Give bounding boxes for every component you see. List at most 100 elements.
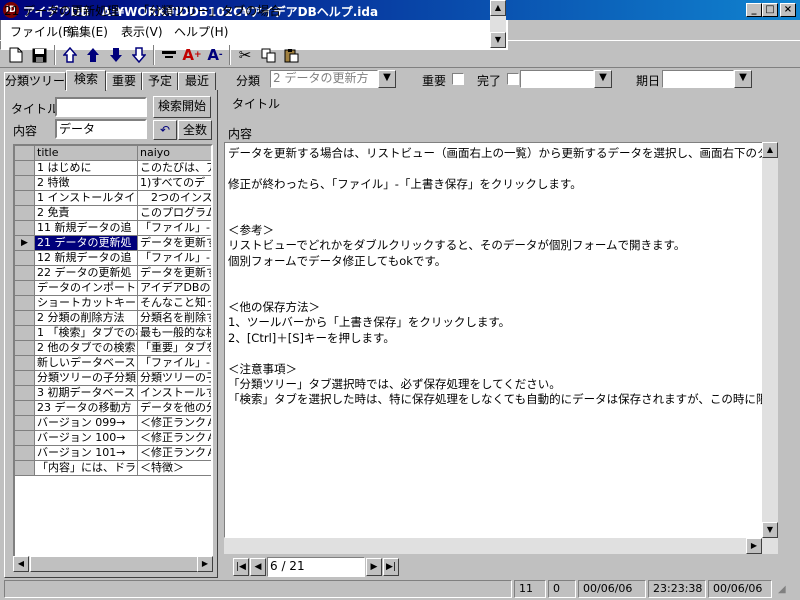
tab-search[interactable]: 検索 [66,70,106,91]
first-record-icon[interactable]: |◀ [233,558,249,576]
cell-naiyo[interactable]: 「重要」タブをク [138,341,211,356]
cell-title[interactable]: ショートカットキーを [35,296,138,311]
cell-title[interactable]: 22 データの更新処 [35,266,138,281]
scroll-left-icon[interactable]: ◀ [13,556,29,572]
row-indicator[interactable] [15,221,35,236]
cell-naiyo[interactable]: データを更新す [138,236,211,251]
table-row[interactable]: ショートカットキーを そんなこと知っ [15,296,211,311]
font-smaller-icon[interactable]: A- [204,44,226,66]
cell-title[interactable]: 1 インストールタイ [35,191,138,206]
cell-naiyo[interactable]: 分類名を削除す [138,311,211,326]
table-row[interactable]: 22 データの更新処 データを更新す [15,266,211,281]
row-indicator[interactable] [15,341,35,356]
cell-naiyo[interactable]: 1)すべてのデ [138,176,211,191]
maximize-button[interactable]: □ [762,3,778,17]
row-indicator[interactable] [15,311,35,326]
next-record-icon[interactable]: ▶ [366,558,382,576]
cell-title[interactable]: 3 初期データベース [35,386,138,401]
minimize-button[interactable]: _ [746,3,762,17]
table-row[interactable]: 2 免責 このプログラム [15,206,211,221]
table-row[interactable]: 11 新規データの追 「ファイル」-「 [15,221,211,236]
font-larger-icon[interactable]: A + [181,44,203,66]
row-indicator[interactable] [15,461,35,476]
table-row[interactable]: 2 特徴 1)すべてのデ [15,176,211,191]
menu-view[interactable]: 表示(V) [121,23,163,40]
due-dropdown-icon[interactable]: ▼ [734,70,752,88]
move-down-icon[interactable] [105,44,127,66]
title-scroll-down-icon[interactable]: ▼ [490,32,506,48]
row-indicator[interactable] [15,356,35,371]
done-checkbox[interactable] [507,73,519,85]
scroll-right-icon[interactable]: ▶ [197,556,213,572]
table-row[interactable]: 新しいデータベース「ファイル」-「新 [15,356,211,371]
content-vertical-scrollbar[interactable]: ▲ ▼ [762,142,778,538]
row-pointer-icon[interactable]: ▶ [15,236,35,251]
row-indicator[interactable] [15,206,35,221]
row-indicator[interactable] [15,326,35,341]
column-header-naiyo[interactable]: naiyo [138,146,211,161]
tab-recent[interactable]: 最近 [178,72,216,90]
table-row[interactable]: 3 初期データベース インストールす [15,386,211,401]
row-indicator[interactable] [15,416,35,431]
table-row[interactable]: 1 インストールタイ 2つのインス [15,191,211,206]
scroll-thumb[interactable] [30,556,202,572]
table-row[interactable]: 1 「検索」タブでの検 最も一般的な検 [15,326,211,341]
move-top-icon[interactable] [59,44,81,66]
cell-naiyo[interactable]: ＜修正ランクＡ [138,431,211,446]
row-indicator[interactable] [15,191,35,206]
cell-naiyo[interactable]: ＜修正ランクＡ [138,416,211,431]
cell-title[interactable]: 2 特徴 [35,176,138,191]
cell-title[interactable]: 分類ツリーの子分類 [35,371,138,386]
row-indicator[interactable] [15,431,35,446]
cell-naiyo[interactable]: 2つのインス [138,191,211,206]
last-record-icon[interactable]: ▶| [383,558,399,576]
save-icon[interactable] [28,44,50,66]
cell-title[interactable]: 21 データの更新処 [35,236,138,251]
row-indicator[interactable] [15,446,35,461]
grid-horizontal-scrollbar[interactable]: ◀ ▶ [13,556,213,572]
cell-title[interactable]: 12 新規データの追 [35,251,138,266]
cell-title[interactable]: 11 新規データの追 [35,221,138,236]
cell-title[interactable]: 1 はじめに [35,161,138,176]
row-indicator[interactable] [15,161,35,176]
content-scroll-right-icon[interactable]: ▶ [746,538,762,554]
tab-category-tree[interactable]: 分類ツリー [4,72,66,90]
category-dropdown-icon[interactable]: ▼ [378,70,396,88]
undo-icon[interactable]: ↶ [153,120,177,140]
new-file-icon[interactable] [5,44,27,66]
content-search-input[interactable]: データ [55,119,147,139]
cell-title[interactable]: 2 他のタブでの検索 [35,341,138,356]
cell-title[interactable]: 2 分類の削除方法 [35,311,138,326]
cell-title[interactable]: 新しいデータベース [35,356,138,371]
cell-naiyo[interactable]: ＜特徴＞ [138,461,211,476]
move-bottom-icon[interactable] [128,44,150,66]
important-checkbox[interactable] [452,73,464,85]
cell-naiyo[interactable]: 「ファイル」-「 [138,221,211,236]
tab-important[interactable]: 重要 [106,72,142,90]
table-row[interactable]: 2 他のタブでの検索「重要」タブをク [15,341,211,356]
table-row[interactable]: 2 分類の削除方法 分類名を削除す [15,311,211,326]
row-indicator[interactable] [15,386,35,401]
cut-icon[interactable]: ✂ [234,44,256,66]
move-up-icon[interactable] [82,44,104,66]
close-button[interactable]: × [780,3,796,17]
cell-naiyo[interactable]: 「ファイル」-「 [138,251,211,266]
done-combo[interactable] [520,70,594,88]
record-position[interactable]: 6 / 21 [267,557,365,577]
cell-naiyo[interactable]: そんなこと知っ [138,296,211,311]
row-indicator[interactable] [15,281,35,296]
row-indicator[interactable] [15,296,35,311]
cell-naiyo[interactable]: インストールす [138,386,211,401]
table-row[interactable]: 23 データの移動方 データを他の分 [15,401,211,416]
content-text-area[interactable]: データを更新する場合は、リストビュー（画面右上の一覧）から更新するデータを選択し… [224,142,778,538]
table-row[interactable]: 12 新規データの追 「ファイル」-「 [15,251,211,266]
menu-help[interactable]: ヘルプ(H) [174,23,228,40]
cell-title[interactable]: 「内容」には、ドラッグ [35,461,138,476]
row-indicator[interactable] [15,251,35,266]
cell-title[interactable]: バージョン 099→ [35,416,138,431]
table-row[interactable]: データのインポート アイデアDBの [15,281,211,296]
row-indicator[interactable] [15,371,35,386]
table-row[interactable]: バージョン 101→ ＜修正ランクＡ [15,446,211,461]
prev-record-icon[interactable]: ◀ [250,558,266,576]
cell-naiyo[interactable]: アイデアDBの [138,281,211,296]
